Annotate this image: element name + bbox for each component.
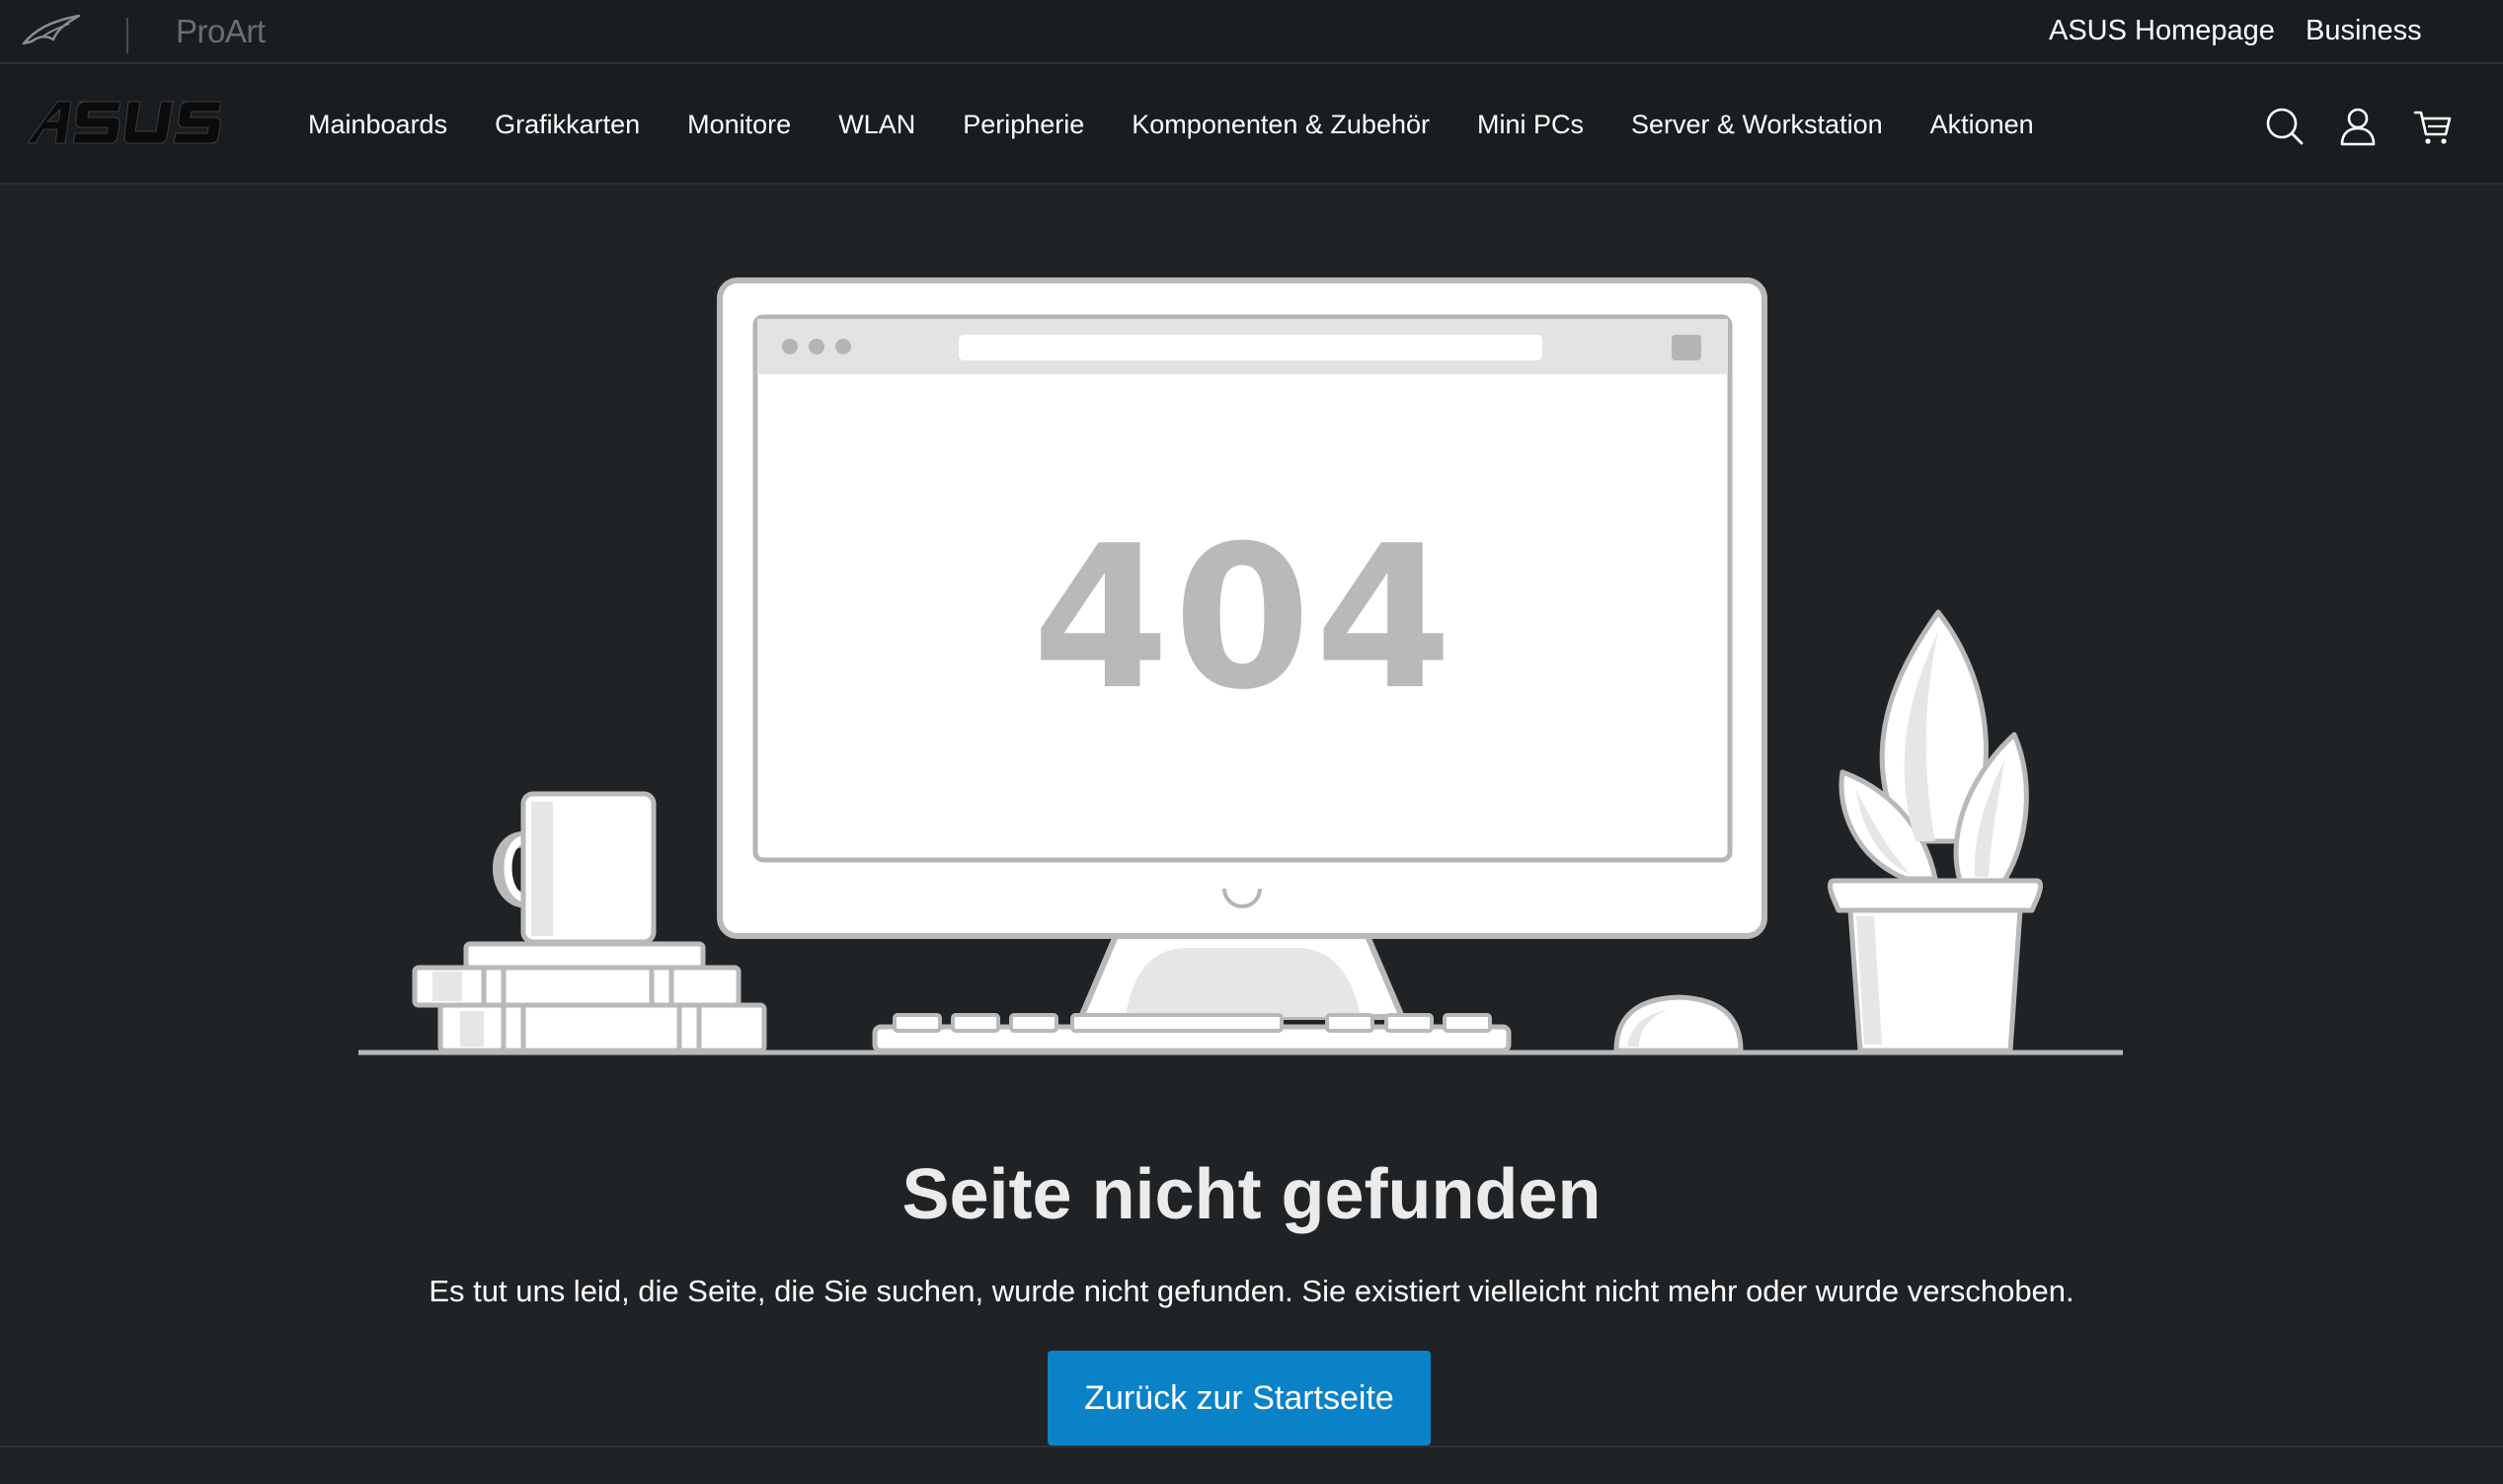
nav-menu: Mainboards Grafikkarten Monitore WLAN Pe… xyxy=(308,64,2034,185)
browser-dot xyxy=(835,339,851,354)
nav-item-server-workstation[interactable]: Server & Workstation xyxy=(1631,107,1883,142)
browser-dot xyxy=(809,339,824,354)
nav-item-grafikkarten[interactable]: Grafikkarten xyxy=(495,107,640,142)
nav-item-komponenten-zubehoer[interactable]: Komponenten & Zubehör xyxy=(1132,107,1430,142)
nav-item-wlan[interactable]: WLAN xyxy=(838,107,915,142)
main-nav: Mainboards Grafikkarten Monitore WLAN Pe… xyxy=(0,64,2503,185)
browser-dot xyxy=(782,339,798,354)
nav-item-mini-pcs[interactable]: Mini PCs xyxy=(1477,107,1584,142)
back-to-home-button[interactable]: Zurück zur Startseite xyxy=(1048,1351,1431,1445)
top-bar: ProArt ASUS Homepage Business xyxy=(0,0,2503,64)
nav-item-aktionen[interactable]: Aktionen xyxy=(1930,107,2034,142)
error-illustration: 404 xyxy=(0,185,2503,1073)
rog-logo-icon[interactable] xyxy=(22,14,83,49)
user-icon[interactable] xyxy=(2338,107,2378,146)
nav-item-peripherie[interactable]: Peripherie xyxy=(963,107,1084,142)
asus-logo-icon[interactable] xyxy=(28,100,221,145)
nav-item-mainboards[interactable]: Mainboards xyxy=(308,107,447,142)
error-code-404: 404 xyxy=(1032,504,1456,734)
asus-homepage-link[interactable]: ASUS Homepage xyxy=(2049,12,2275,49)
page-title: Seite nicht gefunden xyxy=(901,1155,1602,1234)
browser-button xyxy=(1672,335,1701,360)
nav-item-monitore[interactable]: Monitore xyxy=(687,107,791,142)
error-message: Es tut uns leid, die Seite, die Sie such… xyxy=(429,1274,2074,1308)
browser-address-bar xyxy=(959,335,1542,360)
business-link[interactable]: Business xyxy=(2306,12,2422,49)
coffee-mug xyxy=(493,791,657,945)
footer-divider xyxy=(0,1445,2503,1447)
proart-logo[interactable]: ProArt xyxy=(176,12,266,51)
search-icon[interactable] xyxy=(2265,107,2305,146)
topbar-divider xyxy=(126,18,128,53)
cart-icon[interactable] xyxy=(2413,107,2453,146)
